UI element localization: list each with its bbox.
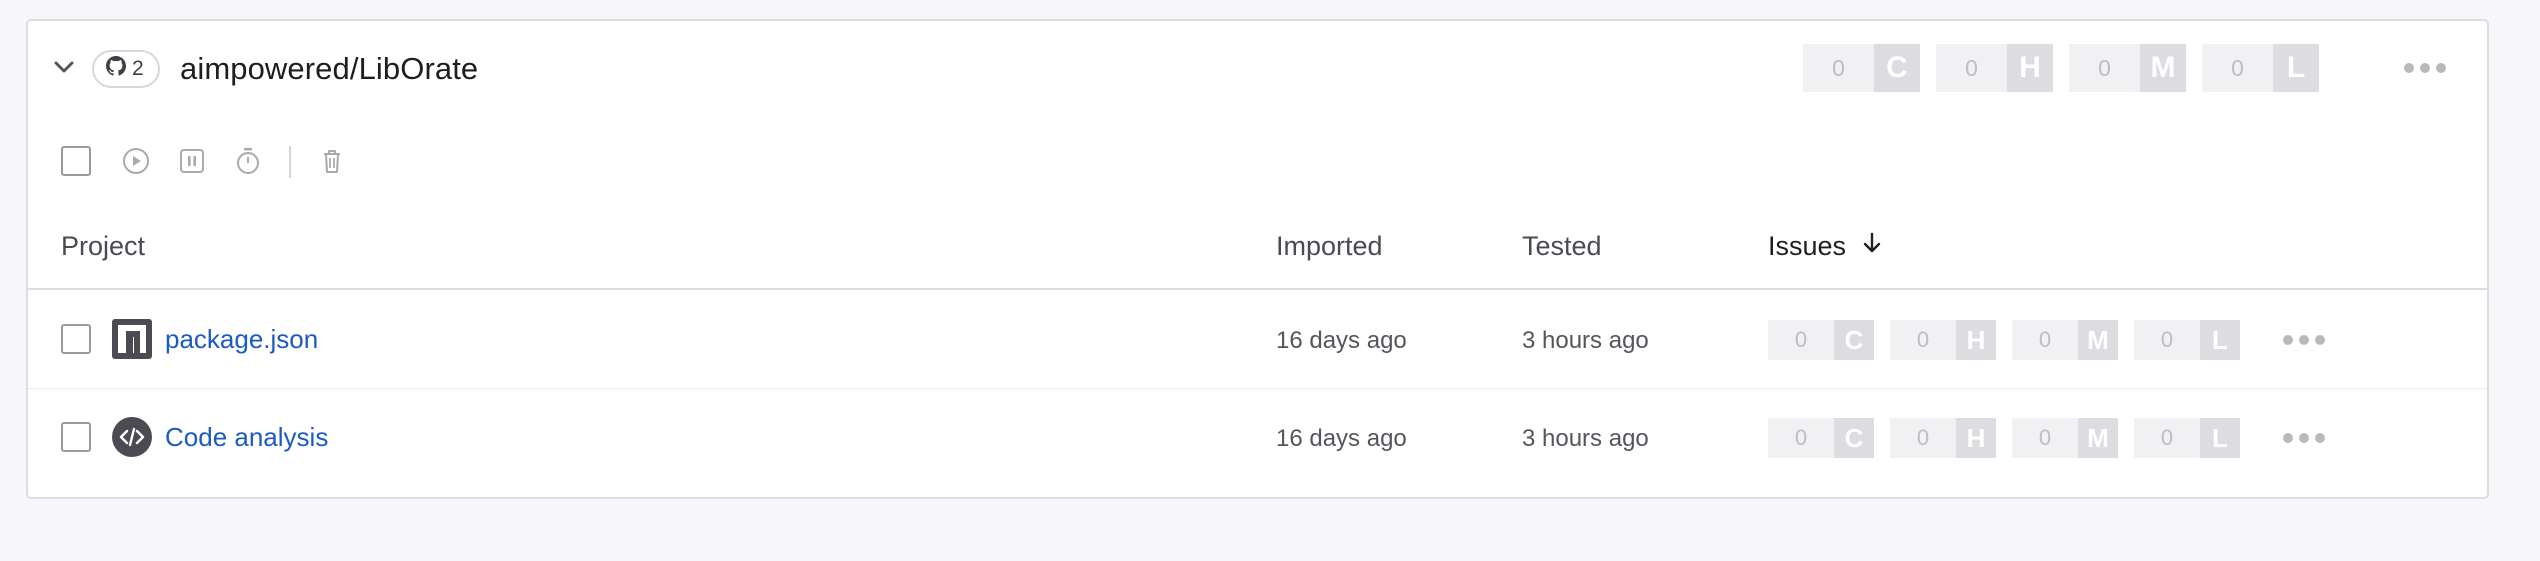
severity-high: 0H (1890, 320, 1996, 360)
org-severity-summary: 0 C 0 H 0 M 0 L (1803, 44, 2335, 92)
severity-critical: 0C (1768, 418, 1874, 458)
severity-medium: 0M (2012, 320, 2118, 360)
play-icon[interactable] (121, 146, 151, 176)
org-title[interactable]: aimpowered/LibOrate (180, 51, 478, 87)
row-more-options-icon[interactable] (2283, 335, 2325, 345)
severity-high: 0 H (1936, 44, 2053, 92)
column-header-tested[interactable]: Tested (1522, 231, 1602, 262)
stopwatch-icon[interactable] (233, 146, 263, 176)
column-header-issues[interactable]: Issues (1768, 231, 1884, 262)
arrow-down-icon (1860, 231, 1884, 262)
github-icon (106, 56, 126, 82)
row-severity-summary: 0C 0H 0M 0L (1768, 418, 2256, 458)
npm-icon (112, 319, 152, 359)
github-repo-badge: 2 (92, 50, 160, 88)
badge-count: 2 (132, 57, 144, 80)
severity-medium: 0 M (2069, 44, 2186, 92)
select-all-checkbox[interactable] (61, 146, 91, 176)
column-header-issues-label: Issues (1768, 231, 1847, 261)
project-link[interactable]: Code analysis (165, 422, 328, 453)
severity-low: 0L (2134, 320, 2240, 360)
severity-low: 0L (2134, 418, 2240, 458)
project-group-card: 2 aimpowered/LibOrate 0 C 0 H 0 M 0 L Pr… (26, 19, 2489, 499)
row-severity-summary: 0C 0H 0M 0L (1768, 320, 2256, 360)
project-link[interactable]: package.json (165, 324, 318, 355)
row-checkbox[interactable] (61, 422, 91, 452)
severity-medium: 0M (2012, 418, 2118, 458)
severity-high: 0H (1890, 418, 1996, 458)
toolbar-divider (289, 146, 291, 178)
code-icon (112, 417, 152, 457)
tested-date: 3 hours ago (1522, 327, 1649, 354)
org-more-options-icon[interactable] (2404, 63, 2446, 73)
imported-date: 16 days ago (1276, 327, 1407, 354)
column-header-project[interactable]: Project (61, 231, 145, 262)
severity-low: 0 L (2202, 44, 2319, 92)
pause-icon[interactable] (177, 146, 207, 176)
header-divider (28, 288, 2487, 290)
chevron-down-icon[interactable] (50, 53, 78, 81)
severity-critical: 0C (1768, 320, 1874, 360)
row-checkbox[interactable] (61, 324, 91, 354)
severity-critical: 0 C (1803, 44, 1920, 92)
trash-icon[interactable] (317, 146, 347, 176)
row-divider (28, 388, 2487, 389)
tested-date: 3 hours ago (1522, 425, 1649, 452)
imported-date: 16 days ago (1276, 425, 1407, 452)
row-more-options-icon[interactable] (2283, 433, 2325, 443)
column-header-imported[interactable]: Imported (1276, 231, 1383, 262)
